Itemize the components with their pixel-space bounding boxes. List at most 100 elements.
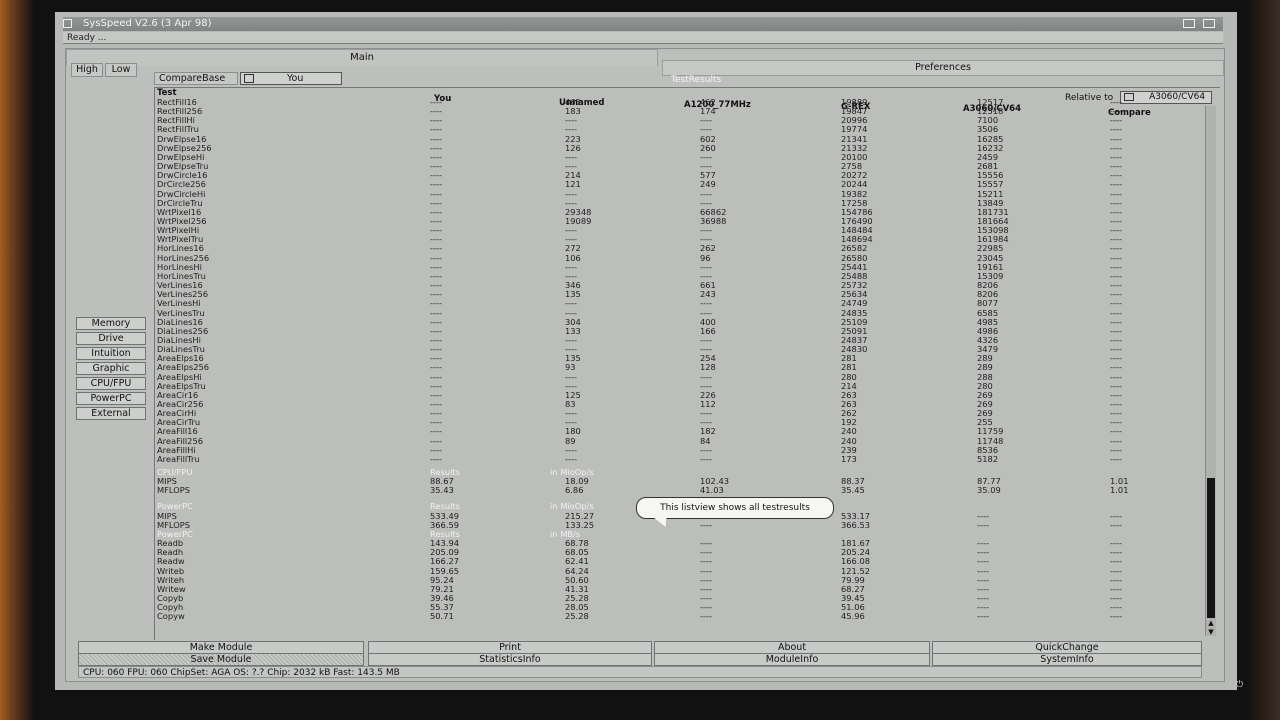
result-cell: ---- (700, 519, 712, 530)
table-row[interactable]: HorLinesTru ---- ---- ---- 25488 15309 ---- (155, 271, 1195, 281)
table-row[interactable]: MFLOPS 366.59 133.25 ---- 366.53 ---- ---- (155, 519, 1195, 530)
result-cell: 41.03 (700, 485, 724, 496)
menu-memory[interactable]: Memory (76, 317, 146, 330)
table-row[interactable]: DiaLinesHi ---- ---- ---- 24837 4326 ---- (155, 335, 1195, 345)
table-row[interactable]: Writeb 159.65 64.24 ---- 121.52 ---- ---- (155, 566, 1195, 576)
table-row[interactable]: DiaLinesTru ---- ---- ---- 24830 3479 ---- (155, 345, 1195, 354)
statisticsinfo-button[interactable]: StatisticsInfo (368, 653, 652, 666)
table-row[interactable]: Readw 166.27 62.41 ---- 166.08 ---- ---- (155, 557, 1195, 566)
table-row[interactable]: VerLinesTru ---- ---- ---- 24835 6585 ---- (155, 308, 1195, 318)
table-row[interactable]: DrCircleTru ---- ---- ---- 17258 13849 ---- (155, 198, 1195, 208)
table-row[interactable]: AreaFill256 ---- 89 84 240 11748 ---- (155, 436, 1195, 446)
test-name-cell: Readw (157, 556, 185, 567)
result-cell: ---- (565, 298, 577, 309)
table-row[interactable]: DrwElpse256 ---- 126 260 21332 16232 ---- (155, 143, 1195, 153)
table-row[interactable]: Readb 143.94 68.78 ---- 181.67 ---- ---- (155, 539, 1195, 548)
table-row[interactable]: RectFillTru ---- ---- ---- 19774 3506 ---- (155, 125, 1195, 134)
result-cell: ---- (977, 519, 989, 530)
moduleinfo-button[interactable]: ModuleInfo (654, 653, 930, 666)
table-row[interactable]: MFLOPS 35.43 6.86 41.03 35.45 35.09 1.01 (155, 486, 1195, 495)
table-row[interactable]: Copyh 55.37 28.05 ---- 51.06 ---- ---- (155, 603, 1195, 612)
result-cell: ---- (700, 453, 712, 464)
test-name-cell: Copyw (157, 611, 185, 622)
table-row[interactable]: AreaFillHi ---- ---- ---- 239 8536 ---- (155, 445, 1195, 455)
table-row[interactable]: DrwCircle16 ---- 214 577 20272 15556 ---- (155, 171, 1195, 180)
result-cell: 8077 (977, 298, 999, 309)
resolution-tabs: High Low (71, 63, 139, 77)
compare-base-label: CompareBase (154, 72, 238, 85)
table-row[interactable]: HorLinesHi ---- ---- ---- 25441 19161 ---- (155, 262, 1195, 272)
result-cell: 366.53 (841, 519, 871, 530)
depth-gadget-icon[interactable] (1203, 19, 1215, 28)
tab-high[interactable]: High (71, 63, 103, 77)
section-header-row: PowerPC Results in MB/s (155, 529, 1195, 539)
result-cell: 35.09 (977, 485, 1001, 496)
tab-main[interactable]: Main (66, 49, 658, 66)
scroll-down-arrow-icon[interactable]: ▼ (1206, 628, 1216, 636)
listview-scrollbar[interactable]: ▲ ▼ (1205, 106, 1216, 636)
menu-graphic[interactable]: Graphic (76, 362, 146, 375)
table-row[interactable]: DrwElpse16 ---- 223 602 21341 16285 ---- (155, 134, 1195, 144)
compare-base-popup[interactable]: You (240, 72, 342, 85)
table-row[interactable]: DrwElpseHi ---- ---- ---- 20100 2459 ---- (155, 152, 1195, 162)
status-message: Ready ... (63, 32, 1223, 44)
tab-preferences[interactable]: Preferences (662, 60, 1224, 76)
table-row[interactable]: DrwCircleHi ---- ---- ---- 19382 15211 ---- (155, 189, 1195, 199)
table-row[interactable]: WrtPixel16 ---- 29348 66862 154786 181731 ---- (155, 207, 1195, 217)
tab-low[interactable]: Low (105, 63, 137, 77)
table-row[interactable]: Copyb 39.46 25.28 ---- 39.45 ---- ---- (155, 593, 1195, 603)
window-titlebar[interactable]: SysSpeed V2.6 (3 Apr 98) (63, 17, 1223, 31)
table-row[interactable]: Readh 205.09 68.05 ---- 205.24 ---- ---- (155, 548, 1195, 557)
table-row[interactable]: AreaElps256 ---- 93 128 281 289 ---- (155, 363, 1195, 372)
table-row[interactable]: Writew 79.21 41.31 ---- 68.27 ---- ---- (155, 584, 1195, 594)
save-module-button[interactable]: Save Module (78, 653, 364, 666)
menu-external[interactable]: External (76, 407, 146, 420)
category-menu: Memory Drive Intuition Graphic CPU/FPU P… (76, 317, 146, 422)
scroll-up-arrow-icon[interactable]: ▲ (1206, 619, 1216, 627)
test-name-cell: MFLOPS (157, 485, 191, 496)
result-cell: 166.27 (430, 556, 460, 567)
table-row[interactable]: DrCircle256 ---- 121 249 20244 15557 ---- (155, 180, 1195, 189)
table-row[interactable]: Copyw 50.71 25.28 ---- 45.96 ---- ---- (155, 612, 1195, 621)
table-row[interactable]: AreaCirTru ---- ---- ---- 192 255 ---- (155, 418, 1195, 427)
table-row[interactable]: AreaElps16 ---- 135 254 281 289 ---- (155, 354, 1195, 363)
table-row[interactable]: WrtPixelHi ---- ---- ---- 148484 153098 ---- (155, 226, 1195, 235)
table-row[interactable]: RectFill16 ---- 465 462 19889 12517 ---- (155, 98, 1195, 107)
table-row[interactable]: DiaLines256 ---- 133 166 25091 4986 ---- (155, 326, 1195, 336)
table-row[interactable]: AreaElpsHi ---- ---- ---- 280 288 ---- (155, 372, 1195, 382)
table-row[interactable]: VerLines256 ---- 135 243 25634 8206 ---- (155, 290, 1195, 299)
test-name-cell: AreaFillTru (157, 453, 200, 464)
table-row[interactable]: AreaFillTru ---- ---- ---- 173 5182 ---- (155, 453, 1195, 464)
table-row[interactable]: WrtPixel256 ---- 19089 36988 176490 181664 ---… (155, 217, 1195, 226)
result-cell: ---- (1110, 556, 1122, 567)
table-row[interactable]: AreaCir256 ---- 83 112 263 269 ---- (155, 399, 1195, 409)
table-row[interactable]: VerLines16 ---- 346 661 25732 8206 ---- (155, 281, 1195, 290)
testresults-label: TestResults (671, 75, 722, 85)
menu-drive[interactable]: Drive (76, 332, 146, 345)
zoom-gadget-icon[interactable] (1183, 19, 1195, 28)
result-cell: ---- (1110, 298, 1122, 309)
table-row[interactable]: HorLines256 ---- 106 96 26580 23045 ---- (155, 253, 1195, 263)
menu-cpu-fpu[interactable]: CPU/FPU (76, 377, 146, 390)
table-row[interactable]: AreaElpsTru ---- ---- ---- 214 280 ---- (155, 381, 1195, 391)
close-gadget-icon[interactable] (63, 19, 72, 28)
result-cell: 25.28 (565, 611, 589, 622)
result-cell: 24749 (841, 298, 868, 309)
table-row[interactable]: VerLinesHi ---- ---- ---- 24749 8077 ---- (155, 299, 1195, 308)
results-listview[interactable]: Test You Unnamed A1200_77MHz G-REX A3060… (154, 87, 1220, 640)
menu-powerpc[interactable]: PowerPC (76, 392, 146, 405)
table-row[interactable]: Writeh 95.24 50.60 ---- 79.99 ---- ---- (155, 575, 1195, 585)
table-row[interactable]: AreaCirHi ---- ---- ---- 262 269 ---- (155, 409, 1195, 418)
systeminfo-button[interactable]: SystemInfo (932, 653, 1202, 666)
table-row[interactable]: AreaCir16 ---- 125 226 263 269 ---- (155, 390, 1195, 400)
table-row[interactable]: DrwElpseTru ---- ---- ---- 2758 2681 ---- (155, 162, 1195, 171)
scrollbar-knob[interactable] (1207, 478, 1215, 618)
table-row[interactable]: WrtPixelTru ---- ---- ---- 148694 161984 ---- (155, 235, 1195, 244)
table-row[interactable]: AreaFill16 ---- 180 182 240 11759 ---- (155, 427, 1195, 436)
menu-intuition[interactable]: Intuition (76, 347, 146, 360)
table-row[interactable]: RectFill256 ---- 183 174 19847 12518 ---- (155, 107, 1195, 116)
table-row[interactable]: MIPS 88.67 18.09 102.43 88.37 87.77 1.01 (155, 477, 1195, 486)
table-row[interactable]: RectFillHi ---- ---- ---- 20996 7100 ---- (155, 116, 1195, 125)
table-row[interactable]: HorLines16 ---- 272 262 26582 22985 ---- (155, 244, 1195, 253)
table-row[interactable]: DiaLines16 ---- 304 400 25109 4985 ---- (155, 317, 1195, 327)
